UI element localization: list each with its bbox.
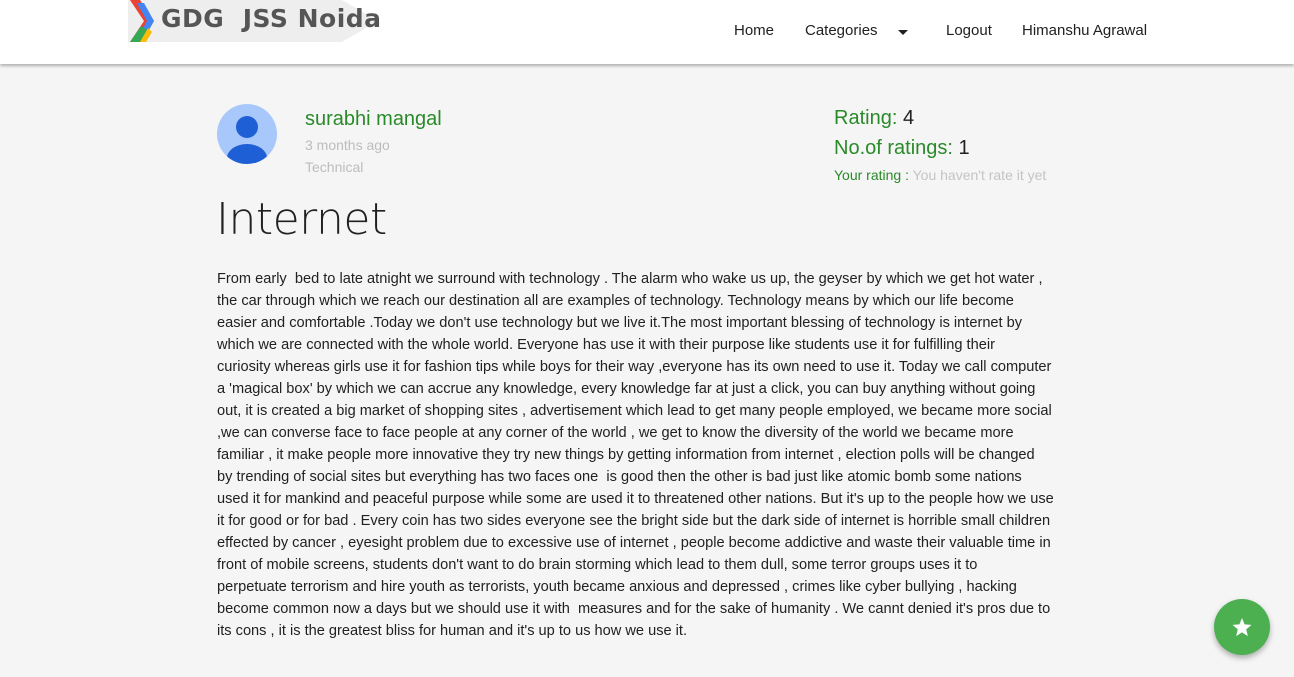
post-body-line: it for good or for bad . Every coin has … (217, 513, 1051, 529)
post-body-line: curiosity whereas girls use it for fashi… (217, 359, 1052, 375)
your-rating-row: Your rating : You haven't rate it yet (834, 167, 1046, 183)
num-ratings-label: No.of ratings: (834, 137, 953, 159)
nav-home-link[interactable]: Home (734, 22, 774, 39)
rating-value: 4 (902, 107, 915, 129)
post-body-line: used it for mankind and peaceful purpose… (217, 491, 1054, 507)
your-rating-value: You haven't rate it yet (912, 167, 1047, 183)
post-body-line: by trending of social sites but everythi… (217, 469, 1022, 485)
nav-logout-link[interactable]: Logout (946, 22, 992, 39)
post-body-line: out, it is created a big market of shopp… (217, 403, 1052, 419)
star-icon (1232, 618, 1252, 637)
nav-categories-link[interactable]: Categories (805, 22, 878, 39)
post-body-line: the car through which we reach our desti… (217, 293, 1014, 309)
post-body-line: easier and comfortable .Today we don't u… (217, 315, 1023, 331)
post-body-line: familiar , it make people more innovativ… (217, 447, 1035, 463)
post-body-line: front of mobile screens, students don't … (217, 557, 978, 573)
post-body-line: which we are connected with the whole wo… (217, 337, 995, 353)
rate-fab-button[interactable] (1214, 599, 1270, 655)
post-body-line: become common now a days but we should u… (217, 601, 1051, 617)
post-body-line: its cons , it is the greatest bliss for … (217, 623, 688, 639)
nav-links: Home Categories Logout Himanshu Agrawal (0, 0, 1294, 64)
num-ratings-value: 1 (958, 137, 970, 159)
num-ratings-row: No.of ratings: 1 (834, 137, 970, 160)
nav-user-link[interactable]: Himanshu Agrawal (1022, 22, 1147, 39)
rating-row: Rating: 4 (834, 107, 914, 130)
post-title: Internet (216, 194, 387, 245)
navbar: GDG JSS Noida Home Categories Logout Him… (0, 0, 1294, 64)
author-name[interactable]: surabhi mangal (305, 108, 442, 131)
post-body-line: effected by cancer , eyesight problem du… (217, 535, 1051, 551)
post-category: Technical (305, 159, 364, 175)
post-body: From early bed to late atnight we surrou… (217, 268, 1083, 642)
person-icon (227, 116, 267, 164)
avatar (217, 104, 277, 164)
post-body-line: ,we can converse face to face people at … (217, 425, 1014, 441)
post-timestamp: 3 months ago (305, 137, 390, 153)
post-body-line: perpetuate terrorism and hire youth as t… (217, 579, 1017, 595)
post-body-line: a 'magical box' by which we can accrue a… (217, 381, 1036, 397)
caret-down-icon[interactable] (898, 30, 908, 35)
your-rating-label: Your rating : (834, 167, 909, 183)
post-body-line: From early bed to late atnight we surrou… (217, 271, 1043, 287)
rating-label: Rating: (834, 107, 898, 129)
